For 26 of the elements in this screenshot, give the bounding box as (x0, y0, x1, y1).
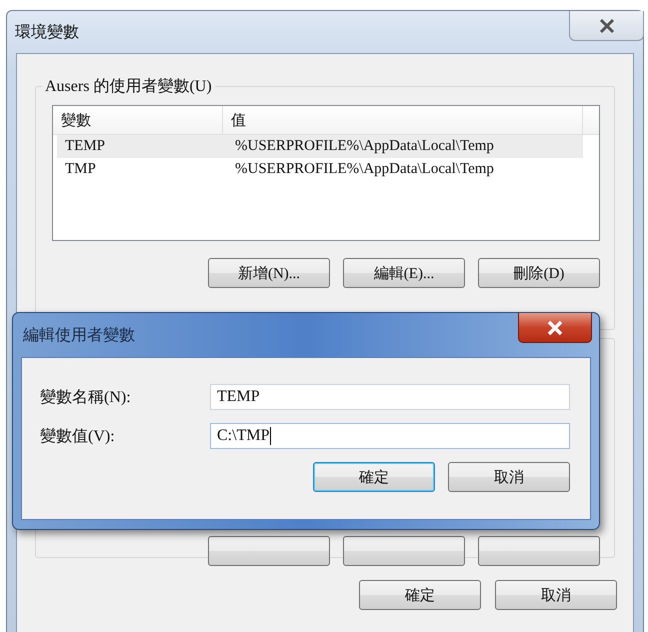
action-button[interactable]: 新增(N)... (208, 258, 330, 288)
dialog-button[interactable]: 取消 (495, 580, 617, 610)
group-title: Ausers 的使用者變數(U) (42, 76, 215, 97)
variable-name: TMP (64, 161, 97, 178)
close-icon (546, 320, 564, 336)
action-button[interactable]: 編輯(E)... (343, 258, 465, 288)
list-row[interactable]: TEMP %USERPROFILE%\AppData\Local\Temp (57, 135, 583, 158)
list-row[interactable]: TMP %USERPROFILE%\AppData\Local\Temp (57, 158, 583, 181)
input-field[interactable]: TEMP (210, 384, 570, 410)
variable-name: TEMP (64, 138, 106, 155)
column-header[interactable]: 變數 (53, 106, 223, 134)
dialog-button[interactable]: 確定 (313, 462, 435, 492)
variable-value: %USERPROFILE%\AppData\Local\Temp (234, 138, 495, 155)
window-title: 環境變數 (15, 22, 79, 42)
field-label: 變數名稱(N): (40, 388, 132, 408)
close-button[interactable] (569, 11, 644, 41)
close-icon (598, 18, 616, 34)
dialog-title: 編輯使用者變數 (23, 326, 135, 346)
input-field[interactable]: C:\TMP (210, 423, 570, 449)
variable-value: %USERPROFILE%\AppData\Local\Temp (234, 161, 495, 178)
dialog-button[interactable]: 取消 (448, 462, 570, 492)
dialog-button[interactable]: 確定 (359, 580, 481, 610)
column-header[interactable]: 值 (223, 106, 583, 134)
close-button[interactable] (518, 313, 592, 343)
field-label: 變數值(V): (40, 426, 116, 446)
action-button[interactable]: 刪除(D) (478, 258, 600, 288)
